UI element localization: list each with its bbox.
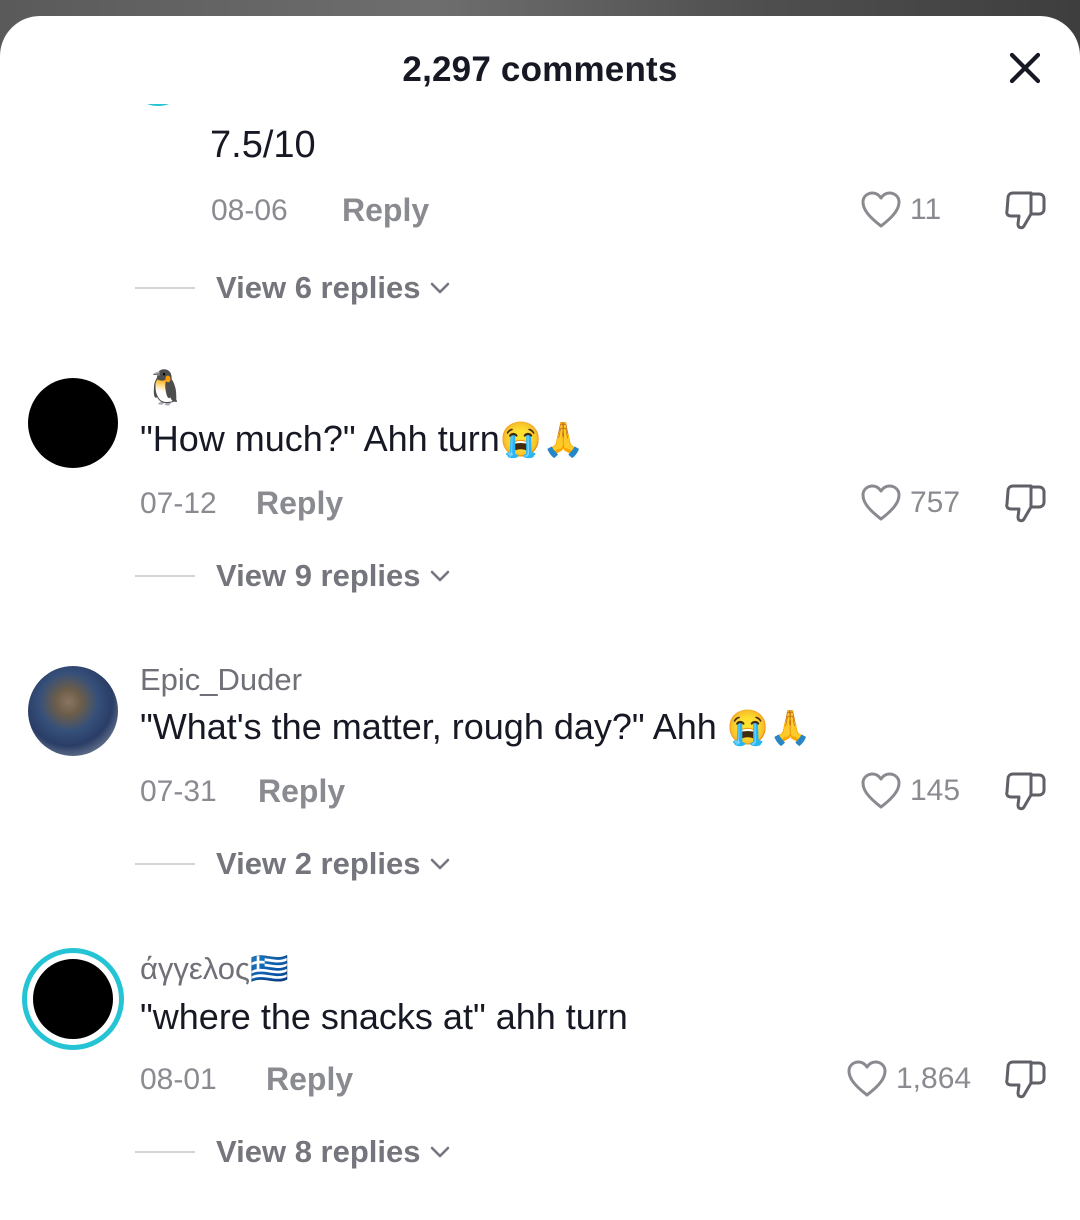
comment-date: 08-01 (140, 1063, 217, 1096)
view-replies-label: View 6 replies (216, 270, 421, 305)
close-icon (1009, 52, 1041, 84)
avatar[interactable] (28, 378, 118, 468)
heart-icon (861, 772, 901, 809)
avatar[interactable] (28, 666, 118, 756)
comment-text: "What's the matter, rough day?" Ahh 😭🙏 (140, 706, 811, 748)
dislike-icon (1005, 484, 1046, 523)
like-count: 11 (910, 193, 942, 226)
like-button[interactable]: 145 (860, 771, 960, 811)
chevron-down-icon (430, 1146, 449, 1158)
comment-item: 7.5/10 08-06 Reply 11 View 6 replies (0, 104, 1080, 314)
avatar-ring-partial (128, 104, 188, 106)
comment-username[interactable]: Epic_Duder (140, 662, 302, 698)
avatar[interactable] (27, 953, 119, 1045)
view-replies-label: View 8 replies (216, 1134, 421, 1169)
view-replies-label: View 9 replies (216, 558, 421, 593)
comment-item: Epic_Duder "What's the matter, rough day… (0, 644, 1080, 904)
comments-list[interactable]: 7.5/10 08-06 Reply 11 View 6 replies 🐧 "… (0, 104, 1080, 1220)
replies-divider (135, 287, 195, 289)
dislike-button[interactable] (1000, 481, 1050, 527)
like-button[interactable]: 11 (860, 190, 941, 230)
view-replies-label: View 2 replies (216, 846, 421, 881)
chevron-down-icon (430, 570, 449, 582)
chevron-down-icon (430, 282, 449, 294)
replies-divider (135, 863, 195, 865)
comment-text: 7.5/10 (210, 124, 316, 166)
comment-text-body: "How much?" Ahh turn (140, 418, 500, 459)
comment-item: 🐧 "How much?" Ahh turn😭🙏 07-12 Reply 757… (0, 356, 1080, 616)
dislike-icon (1005, 1060, 1046, 1099)
reply-button[interactable]: Reply (256, 485, 343, 522)
reply-button[interactable]: Reply (342, 192, 429, 229)
comment-item: άγγελος🇬🇷 "where the snacks at" ahh turn… (0, 932, 1080, 1202)
comment-username[interactable]: 🐧 (144, 368, 186, 408)
like-count: 1,864 (896, 1062, 972, 1095)
comments-sheet: 2,297 comments 7.5/10 08-06 Reply 11 Vie… (0, 16, 1080, 1220)
reply-button[interactable]: Reply (258, 773, 345, 810)
like-count: 757 (910, 486, 961, 519)
comments-count-title: 2,297 comments (402, 50, 678, 89)
like-button[interactable]: 757 (860, 483, 960, 523)
comment-text-body: "What's the matter, rough day?" Ahh (140, 706, 717, 747)
dislike-button[interactable] (1000, 1057, 1050, 1103)
replies-divider (135, 575, 195, 577)
view-replies-button[interactable]: View 9 replies (135, 558, 451, 594)
comment-text: "How much?" Ahh turn😭🙏 (140, 418, 584, 460)
comment-emoji: 😭🙏 (499, 421, 585, 459)
comment-date: 08-06 (211, 194, 288, 227)
view-replies-button[interactable]: View 8 replies (135, 1134, 451, 1170)
like-button[interactable]: 1,864 (846, 1059, 971, 1099)
chevron-down-icon (430, 858, 449, 870)
comment-text: "where the snacks at" ahh turn (140, 996, 628, 1037)
dislike-button[interactable] (1000, 188, 1050, 234)
heart-icon (847, 1060, 887, 1097)
reply-button[interactable]: Reply (266, 1061, 353, 1098)
dislike-icon (1005, 191, 1046, 230)
dislike-icon (1005, 772, 1046, 811)
heart-icon (861, 191, 901, 228)
comment-date: 07-12 (140, 487, 217, 520)
replies-divider (135, 1151, 195, 1153)
comment-username[interactable]: άγγελος🇬🇷 (140, 950, 289, 987)
heart-icon (861, 484, 901, 521)
close-button[interactable] (1000, 46, 1050, 90)
view-replies-button[interactable]: View 6 replies (135, 270, 451, 306)
dislike-button[interactable] (1000, 769, 1050, 815)
like-count: 145 (910, 774, 961, 807)
comment-date: 07-31 (140, 775, 217, 808)
view-replies-button[interactable]: View 2 replies (135, 846, 451, 882)
comment-emoji: 😭🙏 (726, 709, 812, 747)
